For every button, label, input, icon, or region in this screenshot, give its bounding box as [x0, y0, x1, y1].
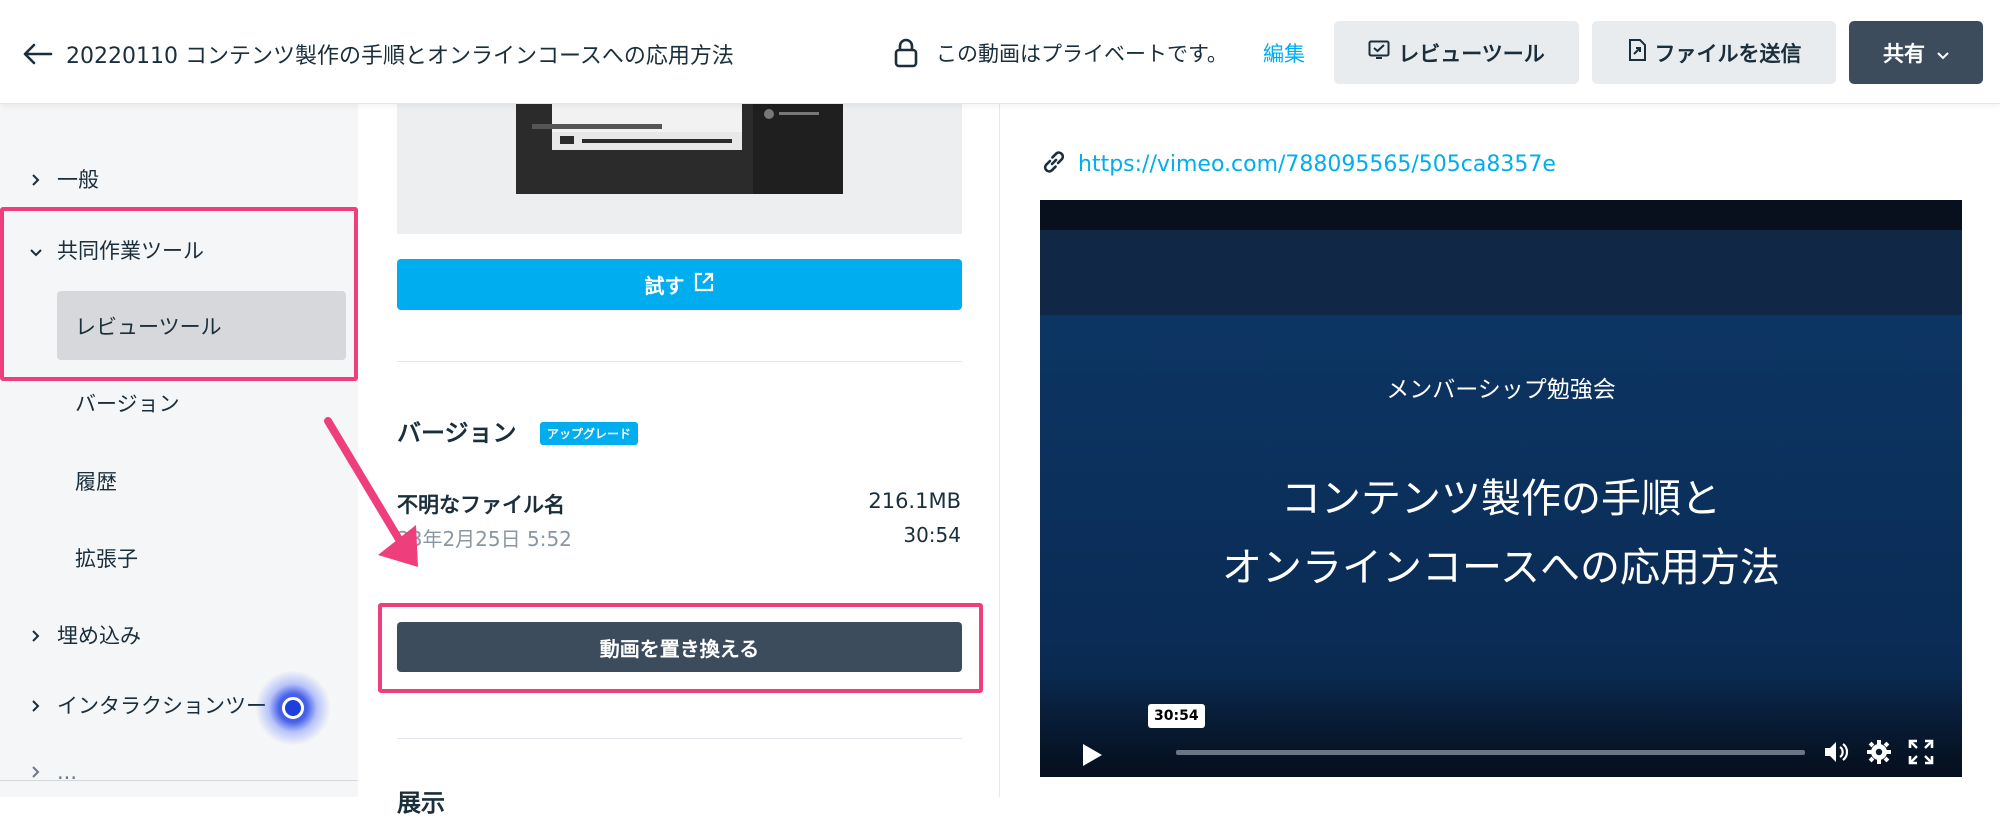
- gear-icon[interactable]: [1866, 739, 1892, 769]
- review-preview-illustration: [516, 104, 843, 194]
- sidebar-item-collab-tools[interactable]: 共同作業ツール: [29, 235, 204, 265]
- section-divider: [397, 361, 962, 362]
- file-duration: 30:54: [903, 523, 961, 547]
- video-subtitle: メンバーシップ勉強会: [1386, 377, 1616, 403]
- video-player[interactable]: メンバーシップ勉強会 コンテンツ製作の手順と オンラインコースへの応用方法 30…: [1040, 200, 1962, 777]
- sidebar-item-label: 共同作業ツール: [57, 239, 204, 263]
- sidebar-item-label: 一般: [57, 168, 99, 192]
- video-link-row: https://vimeo.com/788095565/505ca8357e: [1040, 148, 1556, 180]
- section-divider: [397, 738, 962, 739]
- player-band: [1040, 230, 1962, 315]
- play-icon[interactable]: [1080, 742, 1104, 772]
- chevron-right-icon: [31, 694, 57, 718]
- privacy-status: この動画はプライベートです。: [936, 42, 1228, 66]
- send-file-button[interactable]: ファイルを送信: [1592, 21, 1836, 84]
- replace-video-button[interactable]: 動画を置き換える: [397, 622, 962, 672]
- next-section-title: 展示: [397, 789, 445, 817]
- sidebar-item-label: インタラクションツー: [57, 694, 267, 718]
- top-bar: 20220110 コンテンツ製作の手順とオンラインコースへの応用方法 この動画は…: [0, 0, 2000, 104]
- review-preview: [397, 104, 962, 234]
- try-review-tool-button[interactable]: 試す: [397, 259, 962, 310]
- review-tool-label: レビューツール: [1398, 41, 1545, 66]
- chevron-right-icon: [31, 168, 57, 192]
- link-icon: [1040, 148, 1068, 180]
- sidebar-item-review-tool[interactable]: レビューツール: [57, 291, 346, 360]
- external-link-icon: [693, 271, 715, 298]
- sidebar-item-version[interactable]: バージョン: [75, 388, 180, 418]
- send-file-label: ファイルを送信: [1654, 41, 1802, 66]
- review-check-icon: [1368, 40, 1390, 65]
- sidebar-item-general[interactable]: 一般: [31, 164, 99, 194]
- cursor-pointer-icon: [282, 697, 304, 719]
- try-label: 試す: [644, 274, 685, 298]
- upgrade-badge[interactable]: アップグレード: [540, 422, 639, 445]
- player-top-strip: [1040, 200, 1962, 230]
- video-title-line2: オンラインコースへの応用方法: [1222, 545, 1780, 591]
- time-tooltip: 30:54: [1148, 704, 1205, 728]
- share-label: 共有: [1883, 41, 1925, 66]
- page-title: 20220110 コンテンツ製作の手順とオンラインコースへの応用方法: [66, 44, 734, 69]
- sidebar-item-history[interactable]: 履歴: [75, 466, 117, 496]
- lock-icon: [893, 38, 919, 72]
- back-arrow-icon[interactable]: [18, 34, 58, 74]
- sidebar-item-embed[interactable]: 埋め込み: [31, 620, 141, 650]
- sidebar-divider: [0, 780, 358, 781]
- file-upload-icon: [1627, 38, 1647, 67]
- share-button[interactable]: 共有: [1849, 21, 1983, 84]
- volume-icon[interactable]: [1822, 739, 1850, 769]
- video-title-line1: コンテンツ製作の手順と: [1281, 476, 1721, 522]
- sidebar-item-extensions[interactable]: 拡張子: [75, 543, 138, 573]
- sidebar-item-label: レビューツール: [75, 314, 222, 339]
- edit-privacy-link[interactable]: 編集: [1263, 38, 1305, 68]
- file-size: 216.1MB: [868, 489, 961, 513]
- sidebar-item-label: 埋め込み: [57, 624, 141, 648]
- chevron-down-icon: [29, 239, 57, 263]
- fullscreen-icon[interactable]: [1908, 739, 1934, 769]
- review-tool-button[interactable]: レビューツール: [1334, 21, 1579, 84]
- chevron-down-icon: [1937, 41, 1949, 65]
- annotation-arrow-icon: [324, 417, 418, 567]
- chevron-right-icon: [31, 624, 57, 648]
- progress-track[interactable]: [1176, 750, 1805, 755]
- sidebar-item-interaction-tools[interactable]: インタラクションツー: [31, 690, 267, 720]
- player-controls: 30:54: [1040, 704, 1962, 775]
- video-url-link[interactable]: https://vimeo.com/788095565/505ca8357e: [1078, 152, 1556, 177]
